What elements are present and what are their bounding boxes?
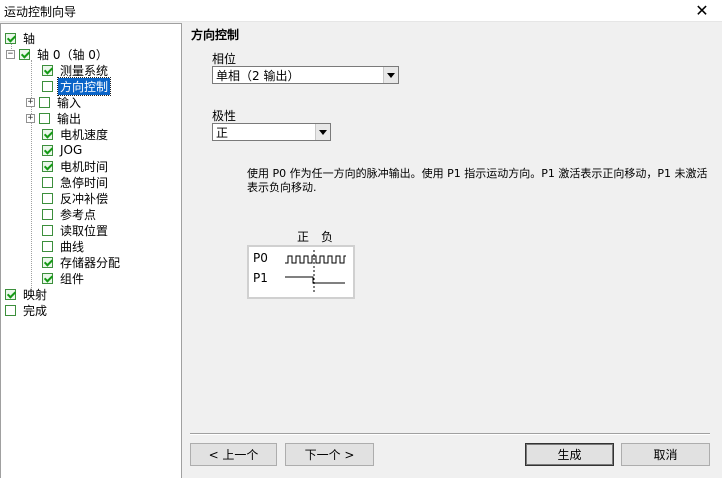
phase-label: 相位	[212, 52, 237, 66]
checkbox-icon	[42, 144, 53, 156]
tree-item-estop-time[interactable]: 急停时间	[42, 174, 110, 190]
tree-item-label: 曲线	[60, 239, 85, 254]
tree-item-label: 电机速度	[60, 127, 109, 142]
checkbox-icon	[42, 80, 53, 92]
tree-item-motor-time[interactable]: 电机时间	[42, 158, 110, 174]
tree-item-input[interactable]: + 输入	[26, 94, 83, 110]
content-panel: 方向控制 相位 单相（2 输出） 极性 正 使用 P0 作为任一方向的脉冲输出。…	[183, 23, 722, 478]
checkbox-icon	[42, 256, 53, 268]
description-text: 使用 P0 作为任一方向的脉冲输出。使用 P1 指示运动方向。P1 激活表示正向…	[247, 167, 708, 194]
tree-item-label: 完成	[23, 303, 48, 318]
cancel-button[interactable]: 取消	[621, 443, 710, 466]
generate-button[interactable]: 生成	[525, 443, 614, 466]
chevron-down-icon[interactable]	[383, 67, 398, 83]
title-bar: 运动控制向导 ✕	[0, 0, 722, 22]
phase-value: 单相（2 输出）	[216, 68, 300, 83]
tree-item-read-position[interactable]: 读取位置	[42, 222, 110, 238]
tree-item-label: 方向控制	[56, 76, 112, 96]
polarity-select[interactable]: 正	[212, 123, 331, 141]
checkbox-icon	[42, 240, 53, 252]
tree-item-backlash[interactable]: 反冲补偿	[42, 190, 110, 206]
prev-button[interactable]: < 上一个	[190, 443, 277, 466]
checkbox-icon	[39, 96, 50, 108]
checkbox-icon	[42, 192, 53, 204]
tree-item-label: 测量系统	[60, 63, 109, 78]
tree-item-label: 反冲补偿	[60, 191, 109, 206]
tree-item-axis0[interactable]: − 轴 0（轴 0）	[6, 46, 110, 62]
polarity-label: 极性	[212, 109, 237, 123]
checkbox-icon	[42, 128, 53, 140]
tree-item-measurement[interactable]: 测量系统	[42, 62, 110, 78]
tree-item-memory[interactable]: 存储器分配	[42, 254, 122, 270]
tree-item-motor-speed[interactable]: 电机速度	[42, 126, 110, 142]
tree-item-curve[interactable]: 曲线	[42, 238, 86, 254]
tree-item-label: 轴	[23, 31, 36, 46]
expand-icon[interactable]: +	[26, 97, 35, 107]
tree-item-output[interactable]: + 输出	[26, 110, 83, 126]
tree-item-components[interactable]: 组件	[42, 270, 86, 286]
checkbox-icon	[39, 112, 50, 124]
separator	[190, 433, 710, 435]
tree-item-label: 读取位置	[60, 223, 109, 238]
diagram-neg-label: 负	[321, 230, 334, 244]
phase-select[interactable]: 单相（2 输出）	[212, 66, 399, 84]
p0-pulse-train	[285, 255, 346, 264]
checkbox-icon	[42, 208, 53, 220]
checkbox-icon	[42, 176, 53, 188]
p1-direction-signal	[285, 276, 345, 284]
tree-item-label: 映射	[23, 287, 48, 302]
tree-item-direction-control[interactable]: 方向控制	[42, 76, 112, 96]
pulse-waveform	[285, 250, 346, 293]
diagram-pos-label: 正	[297, 230, 310, 244]
polarity-value: 正	[216, 125, 229, 140]
checkbox-icon	[42, 160, 53, 172]
tree-item-label: 急停时间	[60, 175, 109, 190]
tree-item-label: 参考点	[60, 207, 97, 222]
tree-item-jog[interactable]: JOG	[42, 142, 84, 158]
wizard-tree: 轴 − 轴 0（轴 0） 测量系统 方向控制 + 输入 + 输出 电机速度 JO…	[0, 23, 182, 478]
page-title: 方向控制	[191, 28, 240, 42]
tree-item-label: 输出	[57, 111, 82, 126]
tree-item-label: 组件	[60, 271, 85, 286]
tree-item-finish[interactable]: 完成	[5, 302, 49, 318]
collapse-icon[interactable]: −	[6, 49, 15, 59]
tree-item-axis[interactable]: 轴	[5, 30, 37, 46]
tree-item-label: 输入	[57, 95, 82, 110]
tree-item-label: 存储器分配	[60, 255, 121, 270]
next-button[interactable]: 下一个 >	[285, 443, 374, 466]
close-icon[interactable]: ✕	[692, 1, 712, 21]
checkbox-icon	[5, 32, 16, 44]
checkbox-icon	[5, 288, 16, 300]
expand-icon[interactable]: +	[26, 113, 35, 123]
tree-item-reference-point[interactable]: 参考点	[42, 206, 98, 222]
tree-item-label: 轴 0（轴 0）	[37, 47, 108, 62]
checkbox-icon	[19, 48, 30, 60]
checkbox-icon	[42, 224, 53, 236]
tree-item-label: 电机时间	[60, 159, 109, 174]
window-title: 运动控制向导	[4, 5, 77, 19]
chevron-down-icon[interactable]	[315, 124, 330, 140]
checkbox-icon	[5, 304, 16, 316]
pulse-diagram: P0 P1	[247, 245, 355, 299]
checkbox-icon	[42, 272, 53, 284]
checkbox-icon	[42, 64, 53, 76]
tree-item-mapping[interactable]: 映射	[5, 286, 49, 302]
tree-item-label: JOG	[60, 143, 83, 157]
